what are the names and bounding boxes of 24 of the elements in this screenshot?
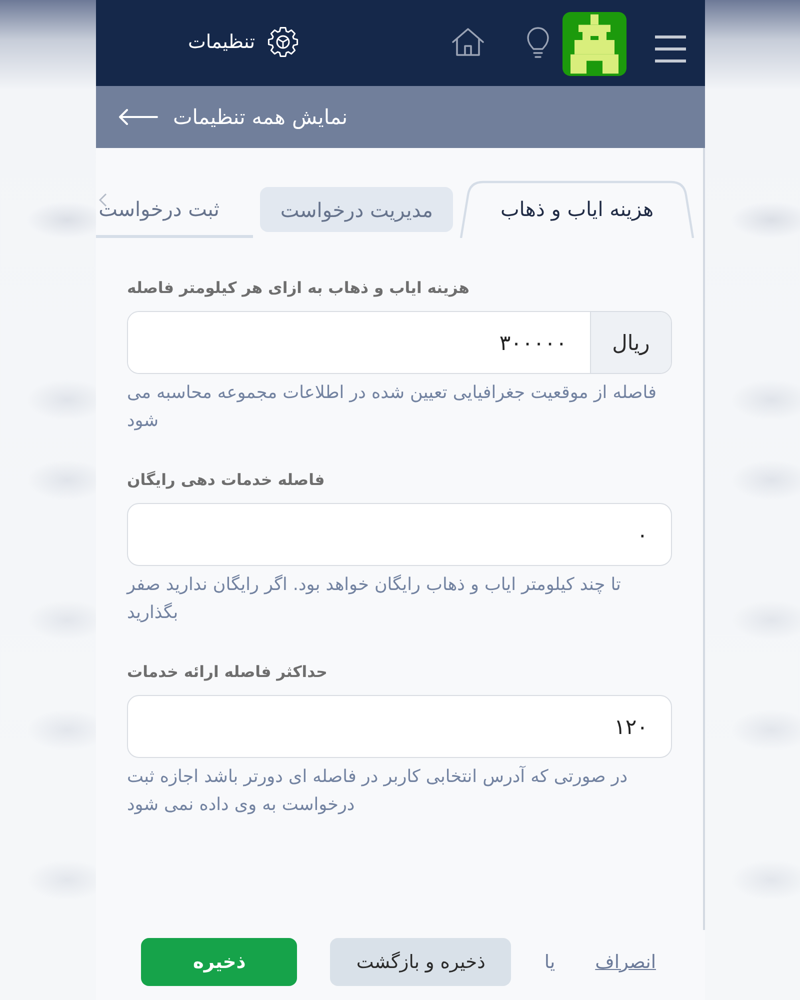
help-text: تا چند کیلومتر ایاب و ذهاب رایگان خواهد بود. اگر رایگان ندارید صفر بگذارید bbox=[127, 574, 622, 625]
tab[interactable]: مدیریت درخواست bbox=[260, 187, 453, 232]
show-all-settings-link[interactable]: نمایش همه تنظیمات bbox=[118, 105, 348, 129]
page-title: تنظیمات bbox=[188, 30, 255, 52]
pixel-logo-icon[interactable] bbox=[562, 12, 627, 76]
cancel-link[interactable]: انصراف bbox=[595, 952, 656, 972]
tab[interactable]: ثبت درخواست bbox=[96, 183, 254, 238]
help-text: در صورتی که آدرس انتخابی کاربر در فاصله ای دورتر باشد اجازه ثبت درخواست به وی داده نمی شود bbox=[127, 764, 629, 817]
lightbulb-icon[interactable] bbox=[527, 27, 549, 59]
number-input[interactable]: ۰ bbox=[127, 503, 672, 566]
home-icon[interactable] bbox=[451, 26, 485, 56]
field-label: حداکثر فاصله ارائه خدمات bbox=[127, 662, 328, 683]
help-text: فاصله از موقعیت جغرافیایی تعیین شده در اطلاعات مجموعه محاسبه می شود bbox=[127, 382, 658, 433]
menu-icon[interactable] bbox=[655, 35, 686, 63]
number-input[interactable]: ۱۲۰ bbox=[127, 695, 672, 758]
left-arrow-icon bbox=[118, 109, 158, 125]
field-label: هزینه ایاب و ذهاب به ازای هر کیلومتر فاصله bbox=[127, 278, 470, 299]
settings-icon bbox=[267, 26, 299, 58]
number-input[interactable]: ۳۰۰۰۰۰ bbox=[128, 312, 590, 373]
or-text: یا bbox=[544, 952, 556, 972]
currency-addon: ریال bbox=[590, 312, 671, 373]
field-label: فاصله خدمات دهی رایگان bbox=[127, 470, 326, 491]
tab[interactable]: هزینه ایاب و ذهاب bbox=[460, 180, 694, 238]
save-and-return-button[interactable]: ذخیره و بازگشت bbox=[330, 938, 512, 986]
